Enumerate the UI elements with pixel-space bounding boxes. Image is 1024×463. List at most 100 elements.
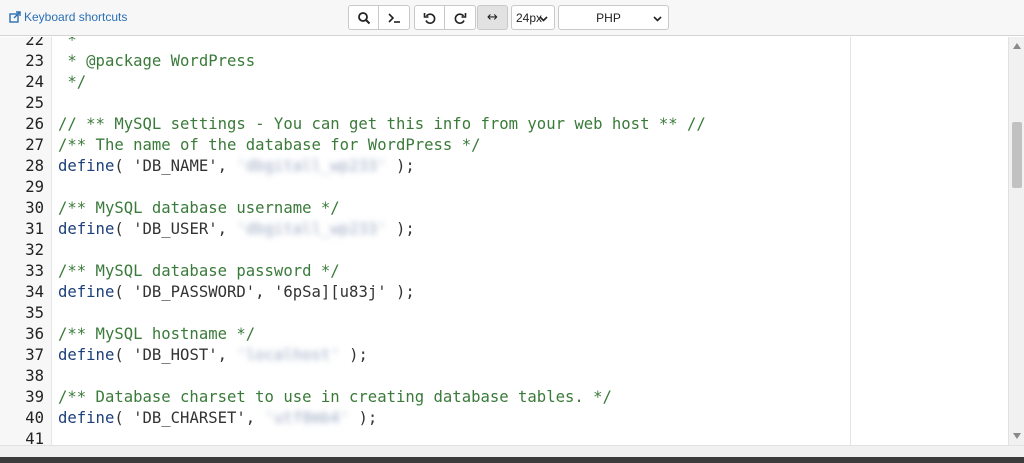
code-line[interactable]: 40 define( 'DB_CHARSET', 'utf8mb4' ); [0, 408, 706, 429]
code-token: ( 'DB_NAME', [114, 157, 237, 175]
terminal-icon [388, 12, 400, 23]
code-line[interactable]: 38 [0, 366, 706, 387]
line-number: 40 [25, 409, 44, 427]
code-token: ( 'DB_CHARSET', [114, 409, 265, 427]
code-text: /** The name of the database for WordPre… [46, 135, 480, 156]
code-line[interactable]: 36 /** MySQL hostname */ [0, 324, 706, 345]
font-size-select[interactable]: 24px [511, 5, 555, 30]
code-token: /** MySQL hostname */ [58, 325, 256, 343]
search-button[interactable] [348, 5, 379, 30]
language-select[interactable]: PHP [558, 5, 669, 30]
line-number: 30 [25, 199, 44, 217]
line-number: 39 [25, 388, 44, 406]
font-size-group: 24px [511, 5, 555, 30]
word-wrap-button[interactable]: ↔ [477, 5, 508, 30]
code-line[interactable]: 33 /** MySQL database password */ [0, 261, 706, 282]
code-line[interactable]: 29 [0, 177, 706, 198]
code-token: define [58, 220, 115, 238]
code-token: define [58, 157, 115, 175]
redo-button[interactable] [445, 5, 476, 30]
keyboard-shortcuts-label: Keyboard shortcuts [24, 10, 128, 24]
editor-toolbar: Keyboard shortcuts ↔ 24px PHP [0, 0, 1024, 36]
line-number: 34 [25, 283, 44, 301]
code-text: define( 'DB_NAME', 'dbgitall_wp233' ); [46, 156, 415, 177]
line-number: 25 [25, 94, 44, 112]
code-line[interactable]: 30 /** MySQL database username */ [0, 198, 706, 219]
triangle-up-icon [1013, 43, 1021, 49]
code-text: define( 'DB_PASSWORD', '6pSa][u83j' ); [46, 282, 415, 303]
search-group [348, 5, 410, 30]
code-line[interactable]: 35 [0, 303, 706, 324]
search-icon [357, 11, 370, 24]
code-line[interactable]: 25 [0, 93, 706, 114]
code-text: /** Database charset to use in creating … [46, 387, 612, 408]
line-number: 22 [25, 37, 44, 49]
wrap-group: ↔ [477, 5, 508, 30]
undo-icon [423, 12, 435, 24]
vertical-scrollbar[interactable] [1008, 37, 1024, 445]
code-line[interactable]: 28 define( 'DB_NAME', 'dbgitall_wp233' ); [0, 156, 706, 177]
line-number: 27 [25, 136, 44, 154]
code-text: /** MySQL database username */ [46, 198, 340, 219]
code-line[interactable]: 26 // ** MySQL settings - You can get thi… [0, 114, 706, 135]
line-number: 35 [25, 304, 44, 322]
code-line[interactable]: 39 /** Database charset to use in creatin… [0, 387, 706, 408]
code-text: define( 'DB_CHARSET', 'utf8mb4' ); [46, 408, 377, 429]
code-token: /** MySQL database password */ [58, 262, 340, 280]
triangle-down-icon [1013, 433, 1021, 439]
code-text: define( 'DB_USER', 'dbgitall_wp233' ); [46, 219, 415, 240]
code-token: ( 'DB_USER', [114, 220, 237, 238]
code-token: ( 'DB_HOST', [114, 346, 237, 364]
line-number: 41 [25, 430, 44, 445]
line-number: 26 [25, 115, 44, 133]
code-text: */ [46, 72, 86, 93]
code-line[interactable]: 41 [0, 429, 706, 445]
code-token: define [58, 283, 115, 301]
external-edit-icon [9, 11, 21, 23]
language-value: PHP [596, 10, 621, 25]
chevron-down-icon [653, 16, 662, 22]
horizontal-scrollbar[interactable] [0, 445, 1024, 457]
code-token: * @package WordPress [58, 52, 256, 70]
code-line[interactable]: 31 define( 'DB_USER', 'dbgitall_wp233' ); [0, 219, 706, 240]
code-token: ); [339, 346, 368, 364]
code-text: * [46, 37, 77, 51]
scroll-up-arrow[interactable] [1009, 39, 1024, 53]
code-line[interactable]: 37 define( 'DB_HOST', 'localhost' ); [0, 345, 706, 366]
code-text: * @package WordPress [46, 51, 255, 72]
print-margin [850, 37, 851, 445]
code-token: * [58, 37, 77, 49]
line-number: 24 [25, 73, 44, 91]
line-number: 31 [25, 220, 44, 238]
redo-icon [454, 12, 467, 24]
code-editor[interactable]: 22 * 23 * @package WordPress 24 */25 26// *… [0, 37, 1008, 445]
code-token: define [58, 346, 115, 364]
history-group [414, 5, 476, 30]
code-text: /** MySQL database password */ [46, 261, 340, 282]
code-line[interactable]: 32 [0, 240, 706, 261]
goto-line-button[interactable] [379, 5, 410, 30]
scroll-down-arrow[interactable] [1009, 429, 1024, 443]
code-line[interactable]: 24 */ [0, 72, 706, 93]
code-token: // ** MySQL settings - You can get this … [58, 115, 706, 133]
keyboard-shortcuts-link[interactable]: Keyboard shortcuts [9, 10, 127, 24]
undo-button[interactable] [414, 5, 445, 30]
line-number: 33 [25, 262, 44, 280]
line-number: 32 [25, 241, 44, 259]
code-line[interactable]: 23 * @package WordPress [0, 51, 706, 72]
chevron-down-icon [539, 16, 548, 22]
code-token: /** MySQL database username */ [58, 199, 340, 217]
line-number: 28 [25, 157, 44, 175]
code-line[interactable]: 22 * [0, 37, 706, 51]
redacted-value: 'dbgitall_wp233' [236, 157, 387, 175]
code-line[interactable]: 27 /** The name of the database for WordP… [0, 135, 706, 156]
code-line[interactable]: 34 define( 'DB_PASSWORD', '6pSa][u83j' ); [0, 282, 706, 303]
line-number: 29 [25, 178, 44, 196]
scroll-thumb[interactable] [1012, 122, 1022, 188]
code-token: ); [386, 157, 415, 175]
code-token: define [58, 409, 115, 427]
line-number: 38 [25, 367, 44, 385]
